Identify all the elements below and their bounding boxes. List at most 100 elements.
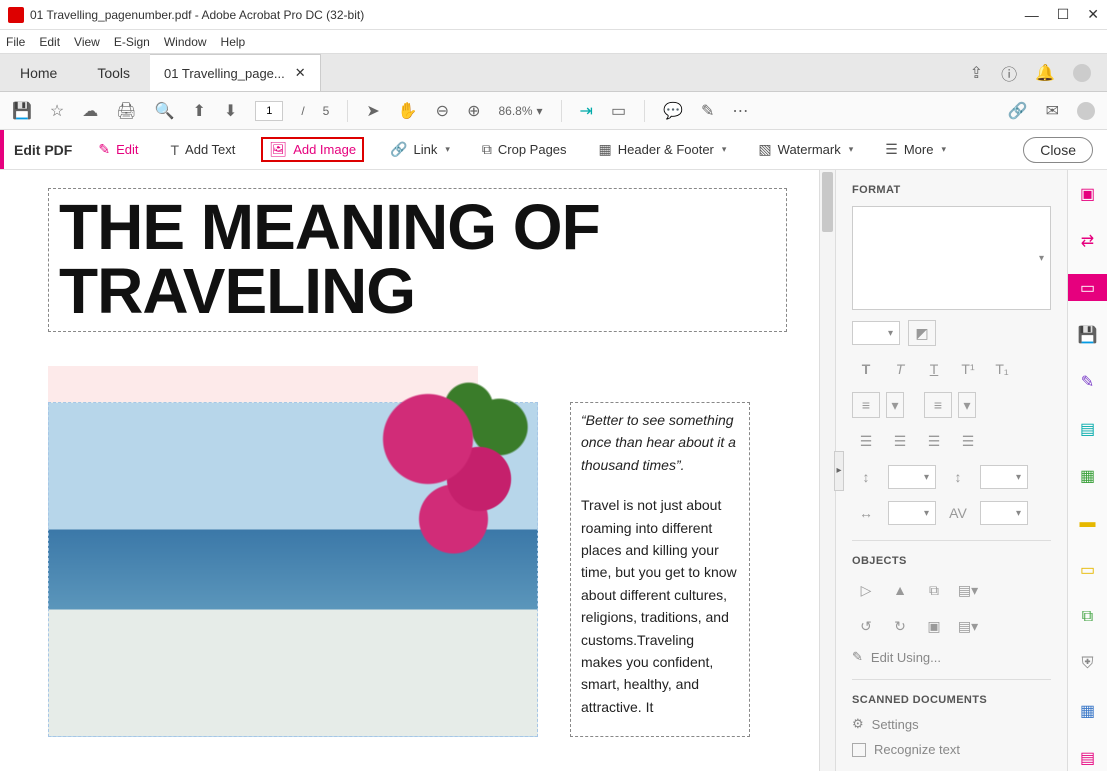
document-image[interactable] — [48, 402, 538, 737]
rail-export-icon[interactable]: 💾 — [1068, 321, 1107, 348]
body-text-box[interactable]: “Better to see something once than hear … — [570, 402, 750, 737]
menu-help[interactable]: Help — [221, 35, 246, 49]
collapse-panel-handle[interactable]: ▸ — [834, 451, 844, 491]
link-button[interactable]: 🔗Link▾ — [384, 137, 456, 162]
superscript-icon[interactable]: T¹ — [954, 356, 982, 382]
rail-more-icon[interactable]: ▤ — [1068, 744, 1107, 771]
align-left-icon[interactable]: ☰ — [852, 428, 880, 454]
rail-comment-icon[interactable]: ▬ — [1068, 509, 1107, 536]
pointer-icon[interactable]: ➤ — [366, 101, 379, 121]
add-text-button[interactable]: TAdd Text — [164, 138, 241, 162]
rotate-cw-icon[interactable]: ↻ — [886, 613, 914, 639]
headline-box[interactable]: THE MEANING OF TRAVELING — [48, 188, 787, 332]
paragraph-spacing-icon[interactable]: ↕ — [944, 464, 972, 490]
page-number-input[interactable] — [255, 101, 283, 121]
close-window-button[interactable]: ✕ — [1087, 6, 1099, 23]
bullet-list-caret[interactable]: ▾ — [886, 392, 904, 418]
zoom-dropdown[interactable]: 86.8%▾ — [498, 104, 542, 118]
page-up-icon[interactable]: ⬆ — [193, 101, 206, 121]
watermark-button[interactable]: ▧Watermark▾ — [752, 137, 859, 162]
edit-button[interactable]: ✎Edit — [92, 137, 144, 162]
account-avatar[interactable] — [1073, 64, 1091, 82]
rotate-ccw-icon[interactable]: ↺ — [852, 613, 880, 639]
share-icon[interactable]: ⇪ — [970, 63, 983, 83]
arrange-icon[interactable]: ▤▾ — [954, 577, 982, 603]
bullet-list-icon[interactable]: ≡ — [852, 392, 880, 418]
line-spacing-dropdown[interactable]: ▾ — [888, 465, 936, 489]
settings-row[interactable]: ⚙ Settings — [852, 716, 1051, 732]
share-avatar[interactable] — [1077, 102, 1095, 120]
hand-icon[interactable]: ✋ — [398, 101, 418, 121]
bell-icon[interactable]: 🔔 — [1035, 63, 1055, 83]
close-editbar-button[interactable]: Close — [1023, 137, 1093, 163]
star-icon[interactable]: ☆ — [50, 101, 64, 121]
menu-view[interactable]: View — [74, 35, 100, 49]
replace-image-icon[interactable]: ▣ — [920, 613, 948, 639]
rail-note-icon[interactable]: ▭ — [1068, 556, 1107, 583]
zoom-in-icon[interactable]: ⊕ — [467, 101, 480, 121]
menu-file[interactable]: File — [6, 35, 25, 49]
rail-media-icon[interactable]: ▦ — [1068, 697, 1107, 724]
paragraph-spacing-dropdown[interactable]: ▾ — [980, 465, 1028, 489]
rail-edit-pdf-icon[interactable]: ▭ — [1068, 274, 1107, 301]
link-tool-icon[interactable]: 🔗 — [1008, 101, 1028, 121]
search-icon[interactable]: 🔍 — [155, 101, 175, 121]
line-spacing-icon[interactable]: ↕ — [852, 464, 880, 490]
align-objects-icon[interactable]: ▤▾ — [954, 613, 982, 639]
maximize-button[interactable]: ☐ — [1057, 6, 1070, 23]
more-button[interactable]: ☰More▾ — [879, 137, 952, 162]
print-icon[interactable]: 🖨 — [116, 101, 136, 121]
flip-horizontal-icon[interactable]: ▲ — [886, 577, 914, 603]
rail-create-pdf-icon[interactable]: ▣ — [1068, 180, 1107, 207]
align-justify-icon[interactable]: ☰ — [954, 428, 982, 454]
underline-icon[interactable]: T — [920, 356, 948, 382]
save-icon[interactable]: 💾 — [12, 101, 32, 121]
rail-compress-icon[interactable]: ⧉ — [1068, 603, 1107, 630]
fit-width-icon[interactable]: ⇥ — [580, 101, 593, 121]
font-size-dropdown[interactable]: ▾ — [852, 321, 900, 345]
recognize-checkbox[interactable] — [852, 743, 866, 757]
menu-esign[interactable]: E-Sign — [114, 35, 150, 49]
rail-scan-icon[interactable]: ▦ — [1068, 462, 1107, 489]
tab-close-icon[interactable]: ✕ — [295, 65, 306, 81]
align-center-icon[interactable]: ☰ — [886, 428, 914, 454]
header-footer-button[interactable]: ▦Header & Footer▾ — [593, 137, 733, 162]
menu-window[interactable]: Window — [164, 35, 207, 49]
edit-using-row[interactable]: ✎ Edit Using... — [852, 649, 1051, 665]
char-spacing-icon[interactable]: AV — [944, 500, 972, 526]
rail-protect-icon[interactable]: ⛨ — [1068, 650, 1107, 677]
more-icon[interactable]: ⋯ — [732, 101, 748, 121]
tab-home[interactable]: Home — [0, 65, 77, 81]
add-image-button[interactable]: 🖼Add Image — [261, 137, 364, 162]
italic-icon[interactable]: T — [886, 356, 914, 382]
minimize-button[interactable]: — — [1025, 7, 1039, 23]
document-area[interactable]: THE MEANING OF TRAVELING “Better to see … — [0, 170, 835, 771]
vertical-scrollbar[interactable] — [819, 170, 835, 771]
rail-sign-icon[interactable]: ✎ — [1068, 368, 1107, 395]
zoom-out-icon[interactable]: ⊖ — [436, 101, 449, 121]
flip-vertical-icon[interactable]: ▷ — [852, 577, 880, 603]
rail-combine-icon[interactable]: ⇄ — [1068, 227, 1107, 254]
email-icon[interactable]: ✉ — [1046, 101, 1059, 121]
bold-icon[interactable]: T — [852, 356, 880, 382]
page-down-icon[interactable]: ⬇ — [224, 101, 237, 121]
crop-pages-button[interactable]: ⧉Crop Pages — [476, 137, 573, 162]
tab-document[interactable]: 01 Travelling_page... ✕ — [150, 54, 321, 91]
recognize-text-row[interactable]: Recognize text — [852, 742, 1051, 757]
font-family-dropdown[interactable]: ▾ — [852, 206, 1051, 310]
crop-object-icon[interactable]: ⧉ — [920, 577, 948, 603]
horizontal-scale-dropdown[interactable]: ▾ — [888, 501, 936, 525]
page-display-icon[interactable]: ▭ — [611, 101, 626, 121]
horizontal-scale-icon[interactable]: ↔ — [852, 500, 880, 526]
menu-edit[interactable]: Edit — [39, 35, 60, 49]
char-spacing-dropdown[interactable]: ▾ — [980, 501, 1028, 525]
number-list-icon[interactable]: ≡ — [924, 392, 952, 418]
cloud-icon[interactable]: ☁ — [82, 101, 98, 121]
color-picker[interactable]: ◩ — [908, 320, 936, 346]
comment-icon[interactable]: 💬 — [663, 101, 683, 121]
highlight-icon[interactable]: ✎ — [701, 101, 714, 121]
scrollbar-thumb[interactable] — [822, 172, 833, 232]
number-list-caret[interactable]: ▾ — [958, 392, 976, 418]
tab-tools[interactable]: Tools — [77, 65, 150, 81]
align-right-icon[interactable]: ☰ — [920, 428, 948, 454]
